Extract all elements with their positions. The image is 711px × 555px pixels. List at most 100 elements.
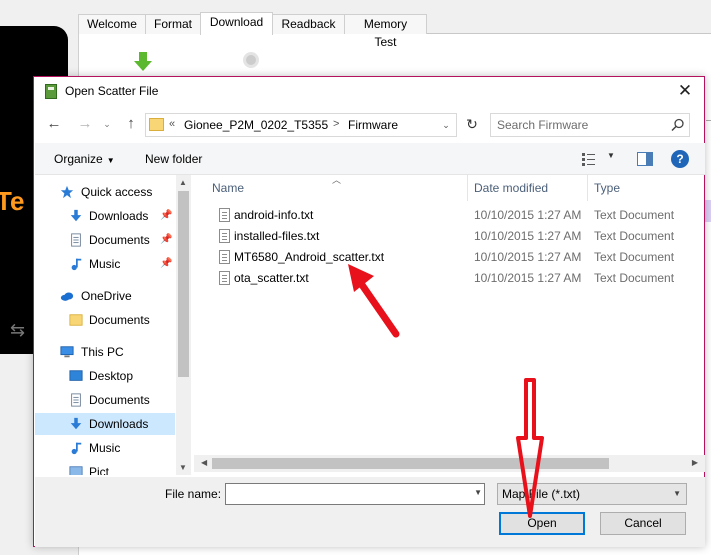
file-name-label: File name: (165, 487, 222, 501)
column-header-type[interactable]: Type (594, 175, 620, 201)
download-icon (70, 209, 82, 222)
sidebar-item-label: OneDrive (81, 289, 132, 303)
scrollbar-thumb[interactable] (212, 458, 609, 469)
recent-locations-button[interactable]: ⌄ (96, 113, 118, 135)
organize-button[interactable]: Organize ▼ (54, 152, 115, 166)
sidebar-item-documents-pinned[interactable]: Documents 📌 (35, 229, 175, 251)
breadcrumb-separator: > (333, 118, 340, 130)
back-button[interactable]: ← (43, 113, 65, 135)
music-icon (71, 442, 82, 455)
sidebar-item-this-pc[interactable]: This PC (35, 341, 175, 363)
sidebar-item-label: Quick access (81, 185, 153, 199)
sidebar-item-label: Desktop (89, 369, 134, 383)
usb-icon: ⇆ (10, 320, 26, 340)
sidebar-item-label: Music (89, 441, 121, 455)
chevron-down-icon: ▼ (106, 156, 115, 165)
address-dropdown-icon[interactable]: ⌄ (436, 114, 456, 136)
search-icon[interactable] (671, 118, 685, 132)
file-name: ota_scatter.txt (234, 271, 309, 285)
help-button[interactable]: ? (671, 150, 689, 168)
scroll-up-icon[interactable]: ▲ (179, 178, 187, 187)
folder-icon (69, 314, 83, 326)
file-row[interactable]: MT6580_Android_scatter.txt 10/10/2015 1:… (194, 247, 705, 268)
download-arrow-icon[interactable] (134, 52, 152, 72)
column-header-date-modified[interactable]: Date modified (474, 175, 548, 201)
scroll-right-icon[interactable]: ▶ (692, 458, 698, 467)
tab-download[interactable]: Download (200, 12, 273, 35)
sidebar-item-music[interactable]: Music (35, 437, 175, 459)
text-file-icon (219, 271, 230, 285)
download-icon (70, 417, 82, 430)
tab-format[interactable]: Format (145, 14, 201, 34)
tab-readback[interactable]: Readback (272, 14, 345, 34)
scrollbar-thumb[interactable] (178, 191, 189, 377)
file-name: MT6580_Android_scatter.txt (234, 250, 385, 264)
sidebar-item-label: Documents (89, 313, 150, 327)
scroll-down-icon[interactable]: ▼ (179, 463, 187, 472)
sidebar-item-music-pinned[interactable]: Music 📌 (35, 253, 175, 275)
sidebar-item-pictures[interactable]: Pict (35, 461, 175, 475)
sidebar-item-label: Documents (89, 233, 150, 247)
search-placeholder: Search Firmware (497, 118, 589, 132)
sidebar-item-quick-access[interactable]: Quick access (35, 181, 175, 203)
tab-welcome[interactable]: Welcome (78, 14, 146, 34)
music-icon (71, 258, 82, 271)
tab-memory-test[interactable]: Memory Test (344, 14, 427, 49)
address-bar[interactable]: « Gionee_P2M_0202_T5355 > Firmware ⌄ (145, 113, 457, 137)
navigation-pane-scrollbar[interactable]: ▲ ▼ (176, 175, 191, 475)
sidebar-item-onedrive-documents[interactable]: Documents (35, 309, 175, 331)
file-type-select[interactable]: Map File (*.txt) ▼ (497, 483, 687, 505)
documents-icon (71, 233, 81, 247)
sidebar-item-desktop[interactable]: Desktop (35, 365, 175, 387)
new-folder-button[interactable]: New folder (145, 152, 202, 166)
stop-icon[interactable] (243, 52, 259, 68)
star-icon (60, 185, 74, 199)
view-dropdown-icon[interactable]: ▼ (607, 151, 615, 160)
column-divider[interactable] (467, 175, 468, 201)
cancel-button[interactable]: Cancel (600, 512, 686, 535)
chevron-down-icon[interactable]: ▼ (673, 489, 681, 498)
sidebar-item-downloads-pinned[interactable]: Downloads 📌 (35, 205, 175, 227)
address-overflow[interactable]: « (169, 118, 175, 130)
file-name-input[interactable]: ▼ (225, 483, 485, 505)
file-row[interactable]: ota_scatter.txt 10/10/2015 1:27 AM Text … (194, 268, 705, 289)
search-input[interactable]: Search Firmware (490, 113, 690, 137)
computer-icon (60, 346, 74, 358)
breadcrumb-firmware[interactable]: Firmware (348, 118, 398, 132)
command-bar: Organize ▼ New folder ▼ ? (35, 143, 705, 175)
column-header-name[interactable]: Name (212, 175, 244, 201)
breadcrumb-gionee[interactable]: Gionee_P2M_0202_T5355 (184, 118, 328, 132)
preview-pane-icon[interactable] (637, 152, 653, 166)
column-divider[interactable] (587, 175, 588, 201)
file-date: 10/10/2015 1:27 AM (474, 229, 582, 243)
file-date: 10/10/2015 1:27 AM (474, 250, 582, 264)
text-file-icon (219, 208, 230, 222)
view-options-icon[interactable] (580, 151, 602, 167)
dialog-titlebar: Open Scatter File ✕ (34, 77, 704, 107)
open-button[interactable]: Open (499, 512, 585, 535)
sidebar-item-label: Downloads (89, 417, 149, 431)
chevron-down-icon[interactable]: ▼ (474, 488, 482, 497)
text-file-icon (219, 229, 230, 243)
organize-label: Organize (54, 152, 103, 166)
sidebar-item-downloads[interactable]: Downloads (35, 413, 175, 435)
sidebar-item-label: Documents (89, 393, 150, 407)
sort-ascending-icon: ︿ (332, 175, 342, 185)
forward-button[interactable]: → (74, 113, 96, 135)
refresh-button[interactable]: ↻ (459, 113, 485, 137)
sidebar-item-documents[interactable]: Documents (35, 389, 175, 411)
file-list-horizontal-scrollbar[interactable]: ◀ ▶ (194, 455, 705, 472)
panel-edge (706, 120, 711, 210)
up-button[interactable]: ↑ (120, 113, 142, 135)
file-type: Text Document (594, 208, 675, 222)
sidebar-item-onedrive[interactable]: OneDrive (35, 285, 175, 307)
close-button[interactable]: ✕ (672, 80, 698, 102)
file-date: 10/10/2015 1:27 AM (474, 271, 582, 285)
file-type: Text Document (594, 250, 675, 264)
scroll-left-icon[interactable]: ◀ (201, 458, 207, 467)
file-date: 10/10/2015 1:27 AM (474, 208, 582, 222)
file-type-value: Map File (*.txt) (502, 487, 581, 501)
sidebar-item-label: This PC (81, 345, 124, 359)
file-row[interactable]: installed-files.txt 10/10/2015 1:27 AM T… (194, 226, 705, 247)
file-row[interactable]: android-info.txt 10/10/2015 1:27 AM Text… (194, 205, 705, 226)
